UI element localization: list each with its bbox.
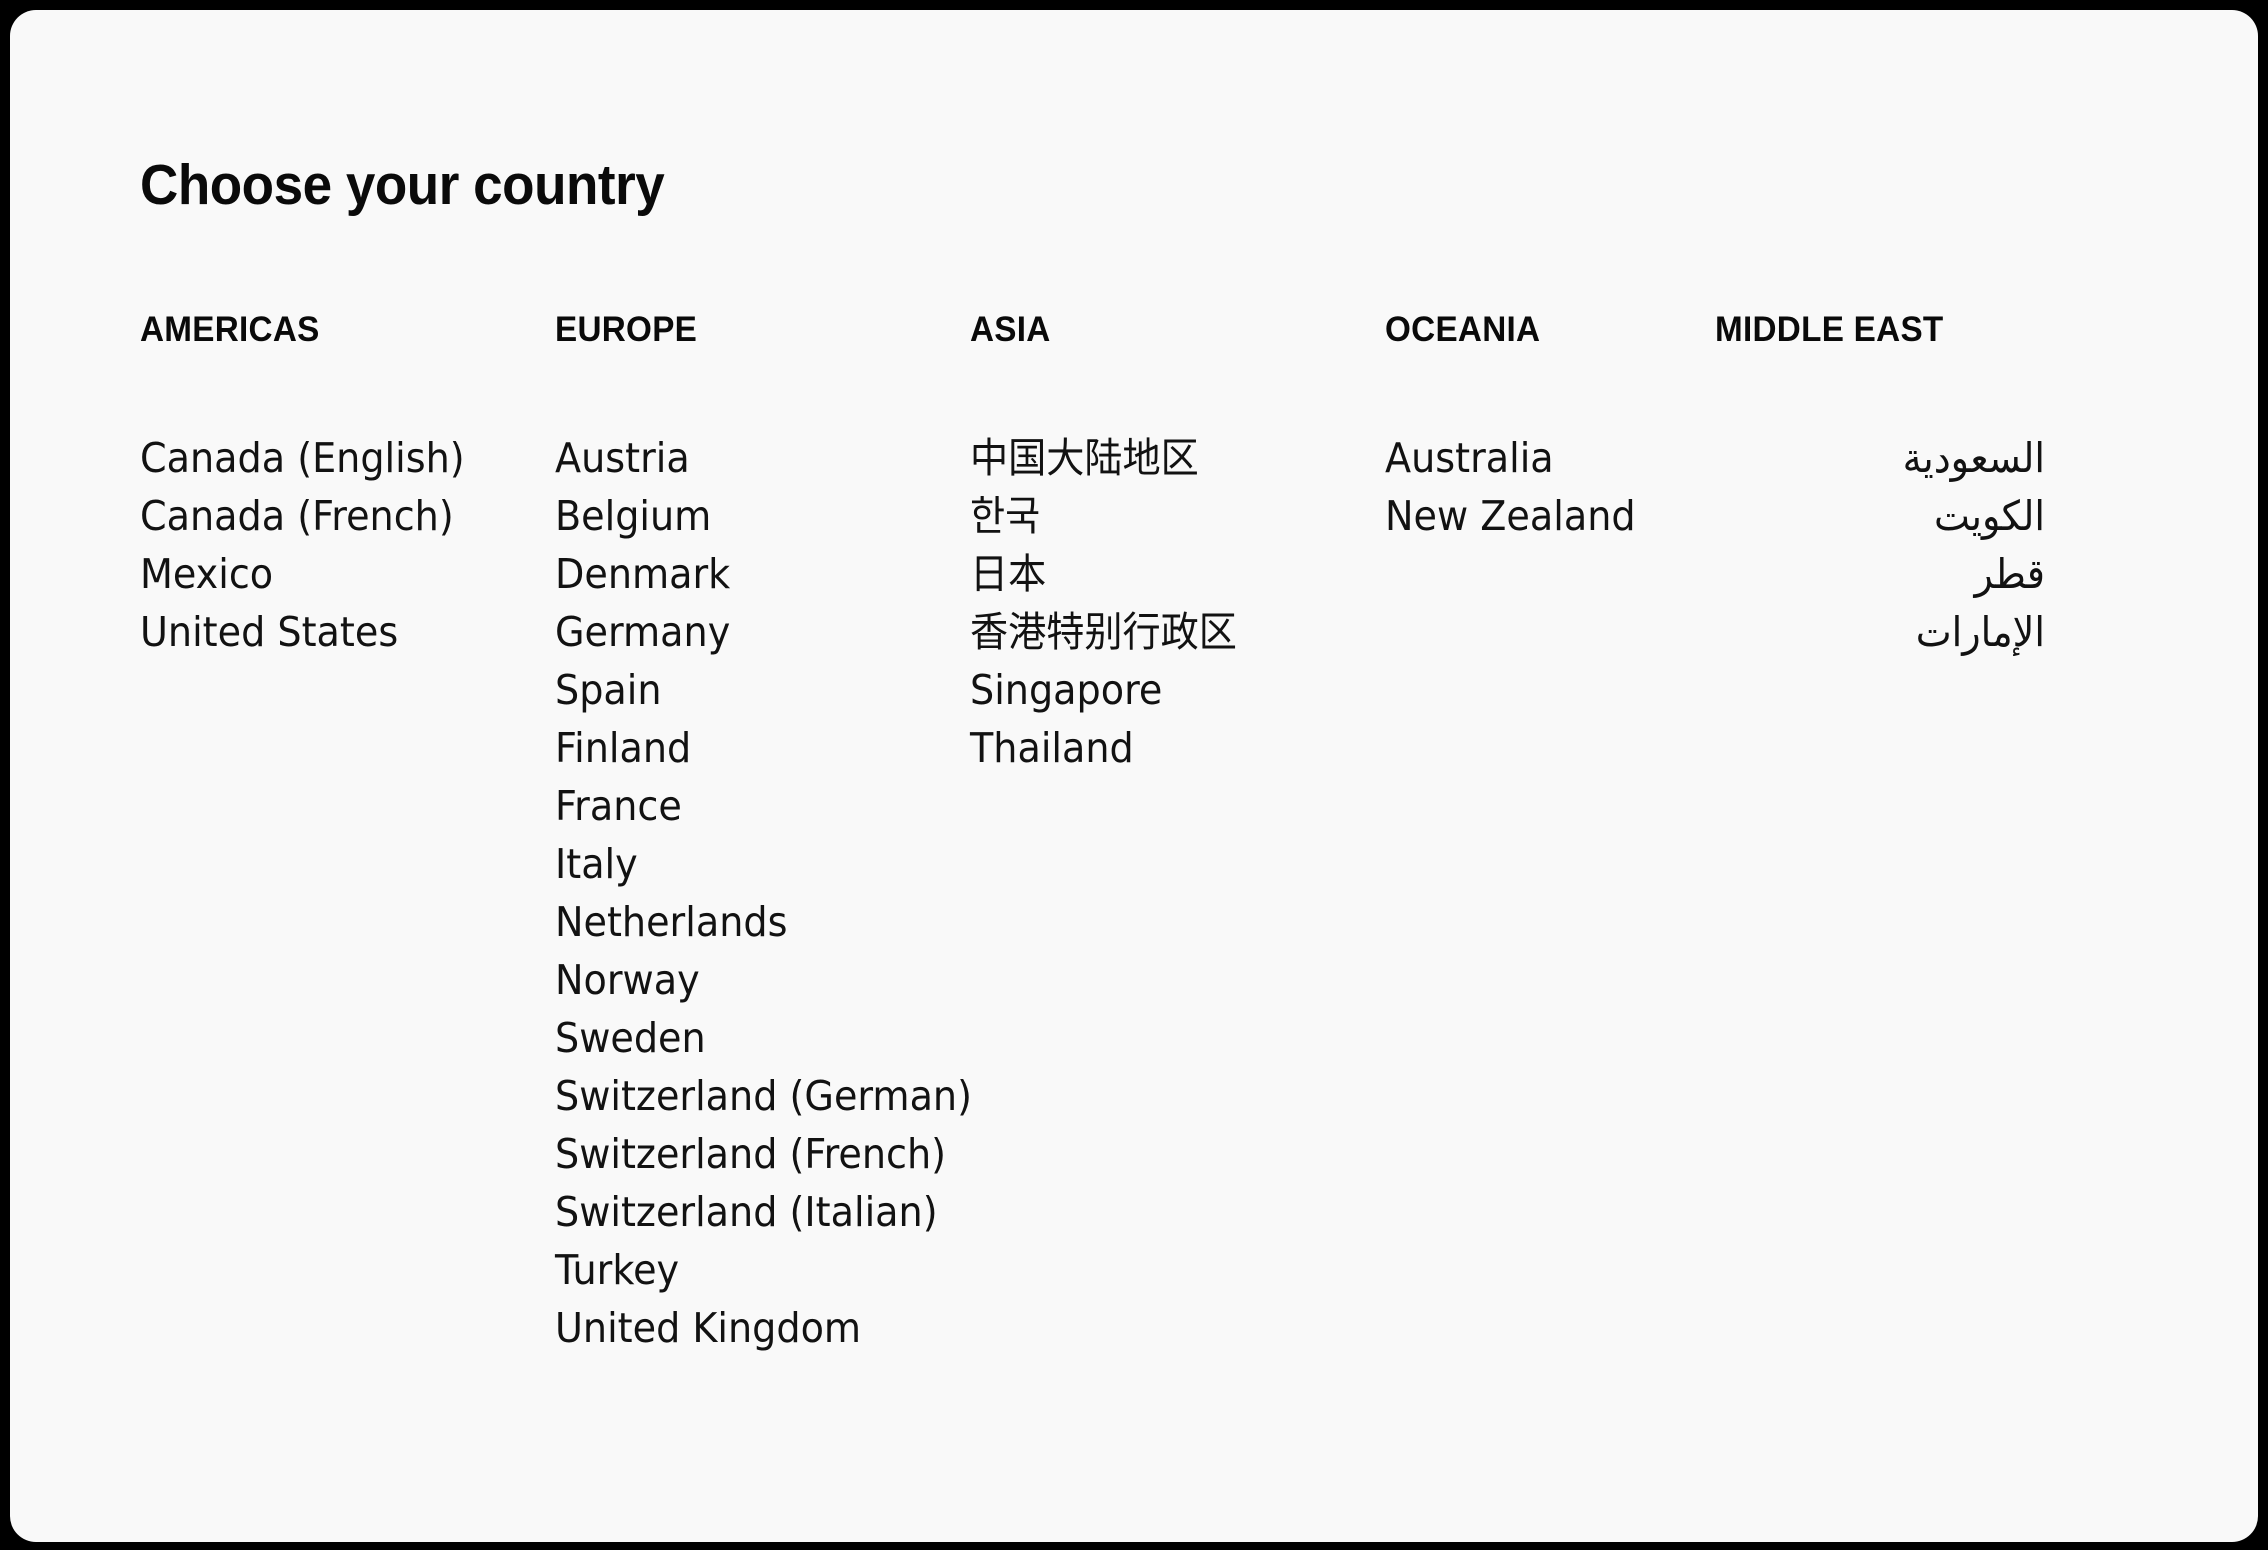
page-title: Choose your country [140,153,665,218]
country-column-americas: AMERICAS Canada (English) Canada (French… [140,310,540,656]
country-columns: AMERICAS Canada (English) Canada (French… [140,310,2045,1440]
country-item[interactable]: 中国大陆地区 [970,429,1342,487]
country-item[interactable]: Finland [555,719,927,777]
country-column-middle-east: MIDDLE EAST السعودية الكويت قطر الإمارات [1715,310,2045,656]
country-item[interactable]: United States [140,603,512,661]
country-item[interactable]: Netherlands [555,893,927,951]
country-item[interactable]: Switzerland (French) [555,1125,946,1183]
country-item[interactable]: Singapore [970,661,1342,719]
column-header-europe: EUROPE [555,310,698,349]
country-item[interactable]: 香港特别行政区 [970,603,1342,661]
country-item[interactable]: Mexico [140,545,512,603]
country-column-oceania: OCEANIA Australia New Zealand [1385,310,1715,540]
country-item[interactable]: 한국 [970,487,1342,545]
country-item[interactable]: Belgium [555,487,927,545]
country-column-europe: EUROPE Austria Belgium Denmark Germany S… [555,310,972,1352]
country-item[interactable]: Germany [555,603,927,661]
country-item[interactable]: Thailand [970,719,1342,777]
country-item[interactable]: Spain [555,661,927,719]
country-item[interactable]: Switzerland (Italian) [555,1183,938,1241]
country-item[interactable]: Austria [555,429,927,487]
column-header-americas: AMERICAS [140,310,320,349]
country-list-middle-east: السعودية الكويت قطر الإمارات [1715,429,2045,661]
country-item[interactable]: الإمارات [1738,603,2045,661]
country-list-europe: Austria Belgium Denmark Germany Spain Fi… [555,429,972,1357]
column-header-oceania: OCEANIA [1385,310,1541,349]
country-item[interactable]: Sweden [555,1009,927,1067]
country-item[interactable]: Italy [555,835,927,893]
country-list-asia: 中国大陆地区 한국 日本 香港特别行政区 Singapore Thailand [970,429,1370,777]
country-item[interactable]: 日本 [970,545,1342,603]
column-header-middle-east: MIDDLE EAST [1715,310,1944,349]
country-item[interactable]: السعودية [1738,429,2045,487]
country-item[interactable]: Turkey [555,1241,927,1299]
country-item[interactable]: United Kingdom [555,1299,927,1357]
country-item[interactable]: الكويت [1738,487,2045,545]
country-item[interactable]: France [555,777,927,835]
country-item[interactable]: New Zealand [1385,487,1692,545]
country-item[interactable]: Australia [1385,429,1692,487]
country-item[interactable]: Canada (French) [140,487,512,545]
country-item[interactable]: Norway [555,951,927,1009]
country-item[interactable]: Canada (English) [140,429,512,487]
country-chooser-card: Choose your country AMERICAS Canada (Eng… [10,10,2258,1542]
country-list-oceania: Australia New Zealand [1385,429,1715,545]
country-column-asia: ASIA 中国大陆地区 한국 日本 香港特别行政区 Singapore Thai… [970,310,1370,772]
country-item[interactable]: Switzerland (German) [555,1067,972,1125]
country-item[interactable]: قطر [1738,545,2045,603]
column-header-asia: ASIA [970,310,1051,349]
country-item[interactable]: Denmark [555,545,927,603]
country-list-americas: Canada (English) Canada (French) Mexico … [140,429,540,661]
